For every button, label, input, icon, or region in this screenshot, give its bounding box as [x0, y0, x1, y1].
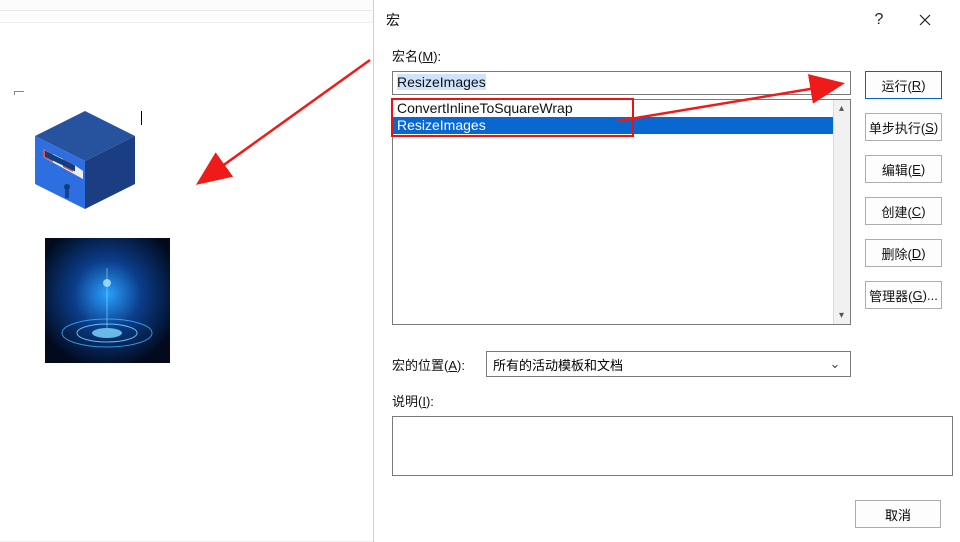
macro-name-input[interactable]: ResizeImages — [392, 71, 851, 95]
macro-name-label: 宏名(M): — [392, 46, 942, 65]
scrollbar[interactable]: ▴ ▾ — [833, 100, 850, 324]
edit-button[interactable]: 编辑(E) — [865, 155, 942, 183]
create-button[interactable]: 创建(C) — [865, 197, 942, 225]
close-button[interactable] — [902, 0, 948, 40]
macros-dialog: 宏 ? 宏名(M): ResizeImages ConvertInlineToS… — [373, 0, 960, 542]
inline-image-1 — [25, 101, 145, 216]
step-into-button[interactable]: 单步执行(S) — [865, 113, 942, 141]
description-label: 说明(I): — [392, 391, 942, 410]
list-item[interactable]: ResizeImages — [393, 117, 850, 134]
macro-list[interactable]: ConvertInlineToSquareWrap ResizeImages ▴… — [392, 99, 851, 325]
run-button[interactable]: 运行(R) — [865, 71, 942, 99]
margin-marker — [14, 91, 24, 95]
macro-location-dropdown[interactable]: 所有的活动模板和文档 ⌄ — [486, 351, 851, 377]
ruler-edge — [0, 10, 380, 11]
list-item[interactable]: ConvertInlineToSquareWrap — [393, 100, 850, 117]
inline-image-2 — [45, 238, 170, 363]
macro-location-label: 宏的位置(A): — [392, 355, 476, 374]
delete-button[interactable]: 删除(D) — [865, 239, 942, 267]
scroll-up-icon[interactable]: ▴ — [833, 100, 850, 117]
scroll-down-icon[interactable]: ▾ — [833, 307, 850, 324]
macro-location-value: 所有的活动模板和文档 — [493, 355, 623, 374]
macro-name-value: ResizeImages — [397, 74, 486, 90]
organizer-button[interactable]: 管理器(G)... — [865, 281, 942, 309]
description-textarea[interactable] — [392, 416, 953, 476]
cancel-button[interactable]: 取消 — [855, 500, 941, 528]
close-icon — [919, 14, 931, 26]
help-button[interactable]: ? — [856, 0, 902, 40]
dialog-title: 宏 — [386, 10, 400, 30]
document-page — [0, 22, 375, 542]
chevron-down-icon: ⌄ — [826, 356, 844, 372]
dialog-titlebar: 宏 ? — [374, 0, 960, 40]
